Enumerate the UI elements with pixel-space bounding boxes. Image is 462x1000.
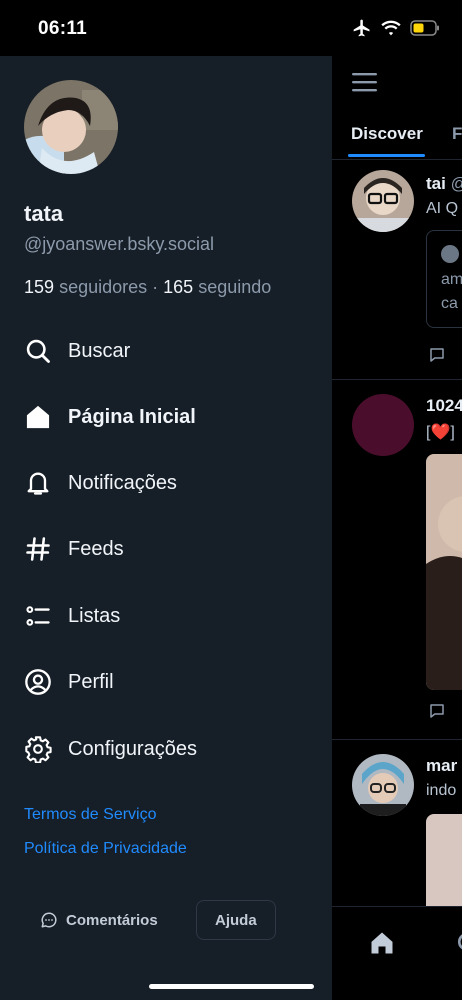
tab-following[interactable]: F — [452, 124, 462, 144]
menu-item-label: Configurações — [68, 737, 197, 760]
feedback-button[interactable]: Comentários — [40, 900, 158, 940]
menu-item-search[interactable]: Buscar — [22, 331, 130, 371]
post-text: AI Q — [426, 200, 459, 217]
menu-item-label: Buscar — [68, 339, 131, 362]
post-avatar[interactable] — [352, 170, 414, 232]
gear-icon — [22, 733, 54, 765]
airplane-icon — [353, 19, 370, 37]
tab-discover[interactable]: Discover — [348, 124, 425, 157]
feed-tabs: Discover F — [332, 116, 462, 160]
navigation-drawer: tata @jyoanswer.bsky.social 159 seguidor… — [0, 56, 332, 1000]
battery-icon — [410, 20, 439, 36]
menu-item-profile[interactable]: Perfil — [22, 662, 114, 702]
following-count: 165 — [163, 277, 194, 297]
reply-icon[interactable] — [428, 346, 446, 364]
hash-icon — [22, 533, 54, 565]
home-icon — [22, 401, 54, 433]
chat-bubble-icon — [41, 912, 57, 928]
profile-handle: @jyoanswer.bsky.social — [24, 234, 215, 254]
feed-post[interactable]: 1024 [❤️] — [332, 380, 462, 740]
status-bar: 06:11 — [0, 0, 462, 56]
menu-item-label: Feeds — [68, 537, 124, 560]
home-tab-icon[interactable] — [368, 929, 396, 957]
stats-separator: · — [152, 277, 159, 297]
privacy-link[interactable]: Política de Privacidade — [24, 840, 187, 858]
followers-count: 159 — [24, 277, 55, 297]
post-text: indo — [426, 782, 457, 799]
help-button[interactable]: Ajuda — [196, 900, 276, 940]
reply-icon[interactable] — [428, 702, 446, 720]
menu-item-lists[interactable]: Listas — [22, 596, 120, 636]
post-author[interactable]: 1024 — [426, 396, 462, 416]
post-image[interactable] — [426, 814, 462, 914]
terms-link[interactable]: Termos de Serviço — [24, 806, 157, 824]
help-label: Ajuda — [215, 911, 257, 929]
wifi-icon — [381, 20, 401, 36]
feed-background: Discover F tai @ AI Q am ca 1024 [❤️] ma… — [332, 56, 462, 1000]
user-circle-icon — [22, 666, 54, 698]
post-avatar[interactable] — [352, 754, 414, 816]
bottom-tab-bar — [332, 906, 462, 1000]
post-avatar[interactable] — [352, 394, 414, 456]
menu-item-label: Página Inicial — [68, 405, 196, 428]
status-time: 06:11 — [38, 18, 88, 39]
post-image[interactable] — [426, 454, 462, 690]
quote-avatar — [441, 245, 459, 263]
list-icon — [22, 600, 54, 632]
search-tab-icon[interactable] — [456, 931, 462, 957]
feedback-label: Comentários — [66, 911, 158, 929]
menu-item-label: Perfil — [68, 670, 114, 693]
quote-post[interactable]: am ca — [426, 230, 462, 328]
hamburger-menu-icon[interactable] — [352, 72, 378, 92]
profile-name: tata — [24, 201, 64, 226]
home-indicator — [149, 984, 314, 989]
bell-icon — [22, 467, 54, 499]
avatar[interactable] — [24, 80, 118, 174]
status-icons — [352, 18, 440, 38]
menu-item-settings[interactable]: Configurações — [22, 729, 197, 769]
menu-item-notifications[interactable]: Notificações — [22, 463, 177, 503]
post-author[interactable]: tai @ — [426, 174, 462, 194]
menu-item-feeds[interactable]: Feeds — [22, 529, 124, 569]
following-label: seguindo — [198, 277, 272, 297]
menu-item-label: Notificações — [68, 471, 177, 494]
feed-post[interactable]: tai @ AI Q am ca — [332, 160, 462, 380]
search-icon — [22, 335, 54, 367]
profile-stats[interactable]: 159 seguidores · 165 seguindo — [24, 277, 271, 298]
post-text: [❤️] — [426, 424, 455, 441]
followers-label: seguidores — [59, 277, 148, 297]
menu-item-home[interactable]: Página Inicial — [22, 397, 196, 437]
post-author[interactable]: mar — [426, 756, 457, 776]
menu-item-label: Listas — [68, 604, 121, 627]
